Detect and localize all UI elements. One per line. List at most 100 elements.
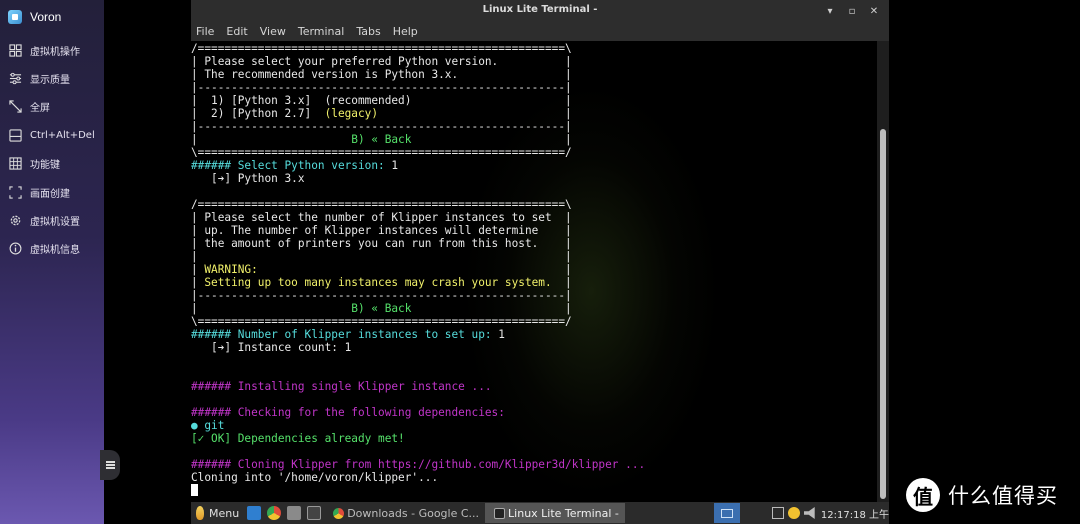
terminal-text: | (411, 302, 572, 315)
terminal-line: | B) « Back | (191, 302, 877, 315)
terminal-text: /=======================================… (191, 42, 572, 55)
watermark-text: 什么值得买 (948, 484, 1058, 508)
terminal-text: ###### Installing single Klipper instanc… (191, 380, 492, 393)
workspace-icon (720, 508, 733, 518)
terminal-text: | (191, 302, 352, 315)
sidebar-item-label: 虚拟机信息 (30, 245, 80, 257)
terminal-window: Linux Lite Terminal - ▾ ▫ ✕ File Edit Vi… (191, 0, 889, 502)
terminal-text: \=======================================… (191, 146, 572, 159)
terminal-line: | WARNING: | (191, 263, 877, 276)
maximize-button[interactable]: ▫ (841, 2, 863, 20)
menu-terminal[interactable]: Terminal (298, 25, 345, 38)
terminal-line: [➔] Instance count: 1 (191, 341, 877, 354)
vm-settings-icon (9, 214, 22, 227)
terminal-line: | Setting up too many instances may cras… (191, 276, 877, 289)
clock[interactable]: 12:17:18 上午 (821, 506, 889, 521)
terminal-line: |---------------------------------------… (191, 120, 877, 133)
window-titlebar[interactable]: Linux Lite Terminal - ▾ ▫ ✕ (191, 0, 889, 22)
terminal-line: \=======================================… (191, 146, 877, 159)
sidebar-item-fullscreen[interactable]: 全屏 (0, 93, 104, 121)
vm-sidebar: Voron 虚拟机操作 显示质量 全屏 Ctrl+Alt+Del 功能键 画面创… (0, 0, 104, 524)
task-label: Downloads - Google C... (347, 506, 480, 520)
sidebar-item-vm-operations[interactable]: 虚拟机操作 (0, 36, 104, 64)
show-desktop-icon[interactable] (247, 506, 262, 520)
terminal-scrollbar[interactable] (877, 41, 889, 502)
sidebar-item-function-keys[interactable]: 功能键 (0, 150, 104, 178)
terminal-text: | (191, 276, 205, 289)
terminal-line: | The recommended version is Python 3.x.… (191, 68, 877, 81)
taskbar-task-downloads[interactable]: Downloads - Google C... (324, 503, 485, 523)
terminal-text: Cloning into '/home/voron/klipper'... (191, 471, 439, 484)
terminal-line: | 1) [Python 3.x] (recommended) | (191, 94, 877, 107)
window-title: Linux Lite Terminal - (482, 4, 598, 15)
terminal-text: | Please select your preferred Python ve… (191, 55, 572, 68)
terminal-line: /=======================================… (191, 42, 877, 55)
terminal-line: \=======================================… (191, 315, 877, 328)
terminal-line: |---------------------------------------… (191, 81, 877, 94)
terminal-prompt-line (191, 484, 877, 497)
terminal-line: ###### Checking for the following depend… (191, 406, 877, 419)
menu-file[interactable]: File (196, 25, 214, 38)
terminal-text: | 2) [Python 2.7] (191, 107, 325, 120)
taskbar-task-terminal[interactable]: Linux Lite Terminal - (485, 503, 625, 523)
terminal-text: /=======================================… (191, 198, 572, 211)
updates-icon[interactable] (787, 507, 800, 519)
sidebar-item-label: 画面创建 (30, 188, 70, 200)
terminal-text: | (191, 133, 352, 146)
sidebar-item-screen-capture[interactable]: 画面创建 (0, 178, 104, 206)
task-label: Linux Lite Terminal - (508, 506, 619, 520)
terminal-text: | (257, 263, 572, 276)
terminal-text: | (551, 276, 572, 289)
terminal-text: git (204, 419, 225, 432)
sidebar-item-display-quality[interactable]: 显示质量 (0, 64, 104, 92)
sidebar-header: Voron (0, 0, 104, 34)
menu-edit[interactable]: Edit (226, 25, 247, 38)
terminal-text: | up. The number of Klipper instances wi… (191, 224, 572, 237)
drawer-toggle-button[interactable] (100, 450, 120, 480)
screen-capture-icon (9, 186, 22, 199)
terminal-line: | Please select your preferred Python ve… (191, 55, 877, 68)
terminal-icon (494, 507, 506, 519)
close-button[interactable]: ✕ (863, 2, 885, 20)
minimize-button[interactable]: ▾ (819, 2, 841, 20)
terminal-line: | the amount of printers you can run fro… (191, 237, 877, 250)
terminal-line: | B) « Back | (191, 133, 877, 146)
volume-icon[interactable] (803, 507, 815, 519)
sidebar-item-vm-settings[interactable]: 虚拟机设置 (0, 206, 104, 234)
terminal-launcher-icon[interactable] (307, 506, 322, 520)
terminal-text: | (378, 107, 572, 120)
terminal-text: ###### Checking for the following depend… (191, 406, 505, 419)
menu-view[interactable]: View (260, 25, 286, 38)
terminal-line: [➔] Python 3.x (191, 172, 877, 185)
menu-help[interactable]: Help (393, 25, 418, 38)
display-quality-icon (9, 72, 22, 85)
terminal-text: |---------------------------------------… (191, 120, 572, 133)
taskbar: Menu Downloads - Google C... Linux Lite … (191, 502, 889, 524)
sidebar-item-ctrl-alt-del[interactable]: Ctrl+Alt+Del (0, 121, 104, 149)
terminal-text: | (191, 263, 205, 276)
terminal-text: ###### Cloning Klipper from https://gith… (191, 458, 646, 471)
chrome-icon[interactable] (267, 506, 282, 520)
sidebar-item-label: 全屏 (30, 103, 50, 115)
start-menu-button[interactable]: Menu (191, 502, 244, 524)
file-manager-icon[interactable] (287, 506, 302, 520)
terminal-text: [➔] Instance count: 1 (191, 341, 352, 354)
terminal-text: |---------------------------------------… (191, 81, 572, 94)
terminal-text: | 1) [Python 3.x] (recommended) | (191, 94, 572, 107)
menu-tabs[interactable]: Tabs (356, 25, 380, 38)
sidebar-item-vm-info[interactable]: 虚拟机信息 (0, 235, 104, 263)
terminal-text: Setting up too many instances may crash … (204, 276, 552, 289)
terminal-text: ###### Number of Klipper instances to se… (191, 328, 499, 341)
workspace-switcher[interactable] (713, 503, 740, 523)
start-menu-label: Menu (209, 506, 240, 520)
scrollbar-thumb[interactable] (880, 129, 886, 499)
network-icon[interactable] (771, 507, 784, 519)
sidebar-item-label: 虚拟机设置 (30, 217, 80, 229)
site-watermark: 值 什么值得买 (906, 478, 1058, 512)
terminal-output[interactable]: /=======================================… (191, 41, 877, 502)
